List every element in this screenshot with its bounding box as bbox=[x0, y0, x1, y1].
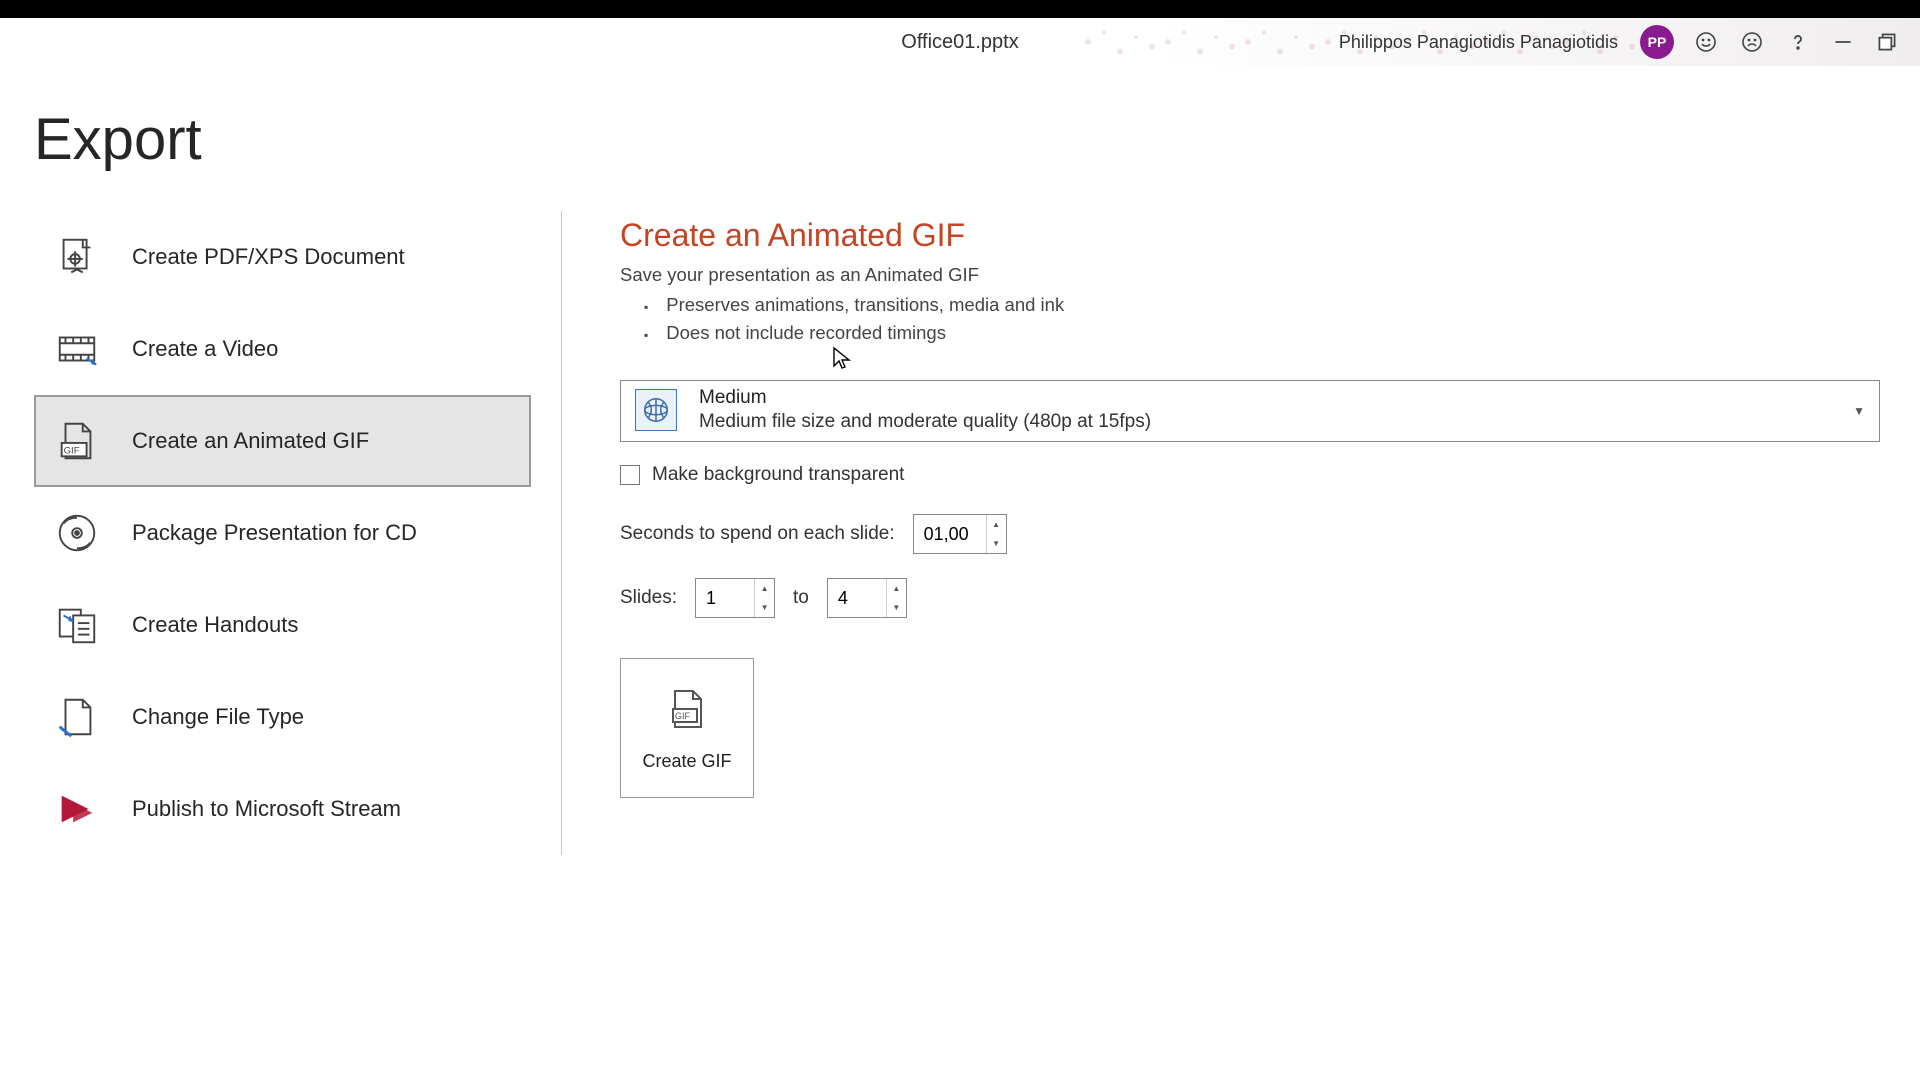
user-name-label: Philippos Panagiotidis Panagiotidis bbox=[1339, 32, 1618, 53]
avatar[interactable]: PP bbox=[1640, 25, 1674, 59]
slides-to-label: to bbox=[793, 587, 809, 609]
help-icon[interactable] bbox=[1784, 28, 1812, 56]
video-icon bbox=[50, 322, 104, 376]
columns: Create PDF/XPS Document Create a Video G… bbox=[34, 211, 1886, 855]
quality-text-wrap: Medium Medium file size and moderate qua… bbox=[699, 387, 1151, 433]
sidebar-item-video[interactable]: Create a Video bbox=[34, 303, 531, 395]
sidebar-item-label: Create PDF/XPS Document bbox=[132, 244, 405, 270]
title-bar-right: Philippos Panagiotidis Panagiotidis PP bbox=[1339, 25, 1900, 59]
minimize-button[interactable] bbox=[1830, 29, 1856, 55]
sidebar-item-pdf-xps[interactable]: Create PDF/XPS Document bbox=[34, 211, 531, 303]
spinner-buttons: ▲ ▼ bbox=[986, 515, 1006, 553]
gif-icon: GIF bbox=[50, 414, 104, 468]
pdf-icon bbox=[50, 230, 104, 284]
slides-to-spinner[interactable]: ▲ ▼ bbox=[827, 578, 907, 618]
svg-text:GIF: GIF bbox=[675, 711, 691, 721]
chevron-down-icon: ▼ bbox=[1853, 404, 1865, 418]
spinner-up[interactable]: ▲ bbox=[887, 579, 906, 598]
slides-label: Slides: bbox=[620, 587, 677, 609]
seconds-input[interactable] bbox=[914, 515, 986, 553]
stream-icon bbox=[50, 782, 104, 836]
change-type-icon bbox=[50, 690, 104, 744]
sidebar-item-label: Publish to Microsoft Stream bbox=[132, 796, 401, 822]
slides-from-input[interactable] bbox=[696, 579, 754, 617]
transparent-checkbox[interactable] bbox=[620, 465, 640, 485]
main-subtitle: Save your presentation as an Animated GI… bbox=[620, 264, 1886, 286]
sidebar-item-label: Create Handouts bbox=[132, 612, 298, 638]
main-panel: Create an Animated GIF Save your present… bbox=[562, 211, 1886, 855]
sidebar-item-package-cd[interactable]: Package Presentation for CD bbox=[34, 487, 531, 579]
spinner-down[interactable]: ▼ bbox=[987, 534, 1006, 553]
create-gif-label: Create GIF bbox=[642, 751, 731, 772]
spinner-buttons: ▲ ▼ bbox=[886, 579, 906, 617]
export-sidebar: Create PDF/XPS Document Create a Video G… bbox=[34, 211, 562, 855]
restore-button[interactable] bbox=[1874, 29, 1900, 55]
sidebar-item-handouts[interactable]: Create Handouts bbox=[34, 579, 531, 671]
transparent-label: Make background transparent bbox=[652, 464, 904, 486]
main-title: Create an Animated GIF bbox=[620, 217, 1886, 254]
seconds-spinner[interactable]: ▲ ▼ bbox=[913, 514, 1007, 554]
feature-bullets: Preserves animations, transitions, media… bbox=[620, 294, 1886, 344]
sidebar-item-label: Package Presentation for CD bbox=[132, 520, 417, 546]
slides-to-input[interactable] bbox=[828, 579, 886, 617]
sidebar-item-label: Create a Video bbox=[132, 336, 278, 362]
sidebar-item-label: Create an Animated GIF bbox=[132, 428, 369, 454]
spinner-up[interactable]: ▲ bbox=[755, 579, 774, 598]
svg-text:GIF: GIF bbox=[64, 445, 80, 456]
sidebar-item-animated-gif[interactable]: GIF Create an Animated GIF bbox=[34, 395, 531, 487]
gif-file-icon: GIF bbox=[663, 685, 711, 733]
bullet-item: Preserves animations, transitions, media… bbox=[644, 294, 1886, 316]
cd-icon bbox=[50, 506, 104, 560]
quality-icon bbox=[635, 389, 677, 431]
bullet-text: Preserves animations, transitions, media… bbox=[666, 294, 1064, 316]
slides-from-spinner[interactable]: ▲ ▼ bbox=[695, 578, 775, 618]
quality-dropdown[interactable]: Medium Medium file size and moderate qua… bbox=[620, 380, 1880, 442]
sidebar-item-change-type[interactable]: Change File Type bbox=[34, 671, 531, 763]
bullet-item: Does not include recorded timings bbox=[644, 322, 1886, 344]
quality-selected-label: Medium bbox=[699, 387, 1151, 409]
seconds-row: Seconds to spend on each slide: ▲ ▼ bbox=[620, 514, 1886, 554]
spinner-up[interactable]: ▲ bbox=[987, 515, 1006, 534]
sidebar-item-stream[interactable]: Publish to Microsoft Stream bbox=[34, 763, 531, 855]
smile-icon[interactable] bbox=[1692, 28, 1720, 56]
document-title: Office01.pptx bbox=[901, 31, 1018, 54]
transparent-checkbox-row: Make background transparent bbox=[620, 464, 1886, 486]
frown-icon[interactable] bbox=[1738, 28, 1766, 56]
spinner-down[interactable]: ▼ bbox=[887, 598, 906, 617]
window-top-border bbox=[0, 0, 1920, 18]
page-title: Export bbox=[34, 106, 1886, 173]
quality-description: Medium file size and moderate quality (4… bbox=[699, 411, 1151, 433]
title-bar: Office01.pptx Philippos Panagiotidis Pan… bbox=[0, 18, 1920, 66]
seconds-label: Seconds to spend on each slide: bbox=[620, 523, 895, 545]
bullet-text: Does not include recorded timings bbox=[666, 322, 946, 344]
create-gif-button[interactable]: GIF Create GIF bbox=[620, 658, 754, 798]
slides-row: Slides: ▲ ▼ to ▲ ▼ bbox=[620, 578, 1886, 618]
handouts-icon bbox=[50, 598, 104, 652]
sidebar-item-label: Change File Type bbox=[132, 704, 304, 730]
spinner-down[interactable]: ▼ bbox=[755, 598, 774, 617]
spinner-buttons: ▲ ▼ bbox=[754, 579, 774, 617]
content-area: Export Create PDF/XPS Document Create a … bbox=[0, 66, 1920, 1080]
